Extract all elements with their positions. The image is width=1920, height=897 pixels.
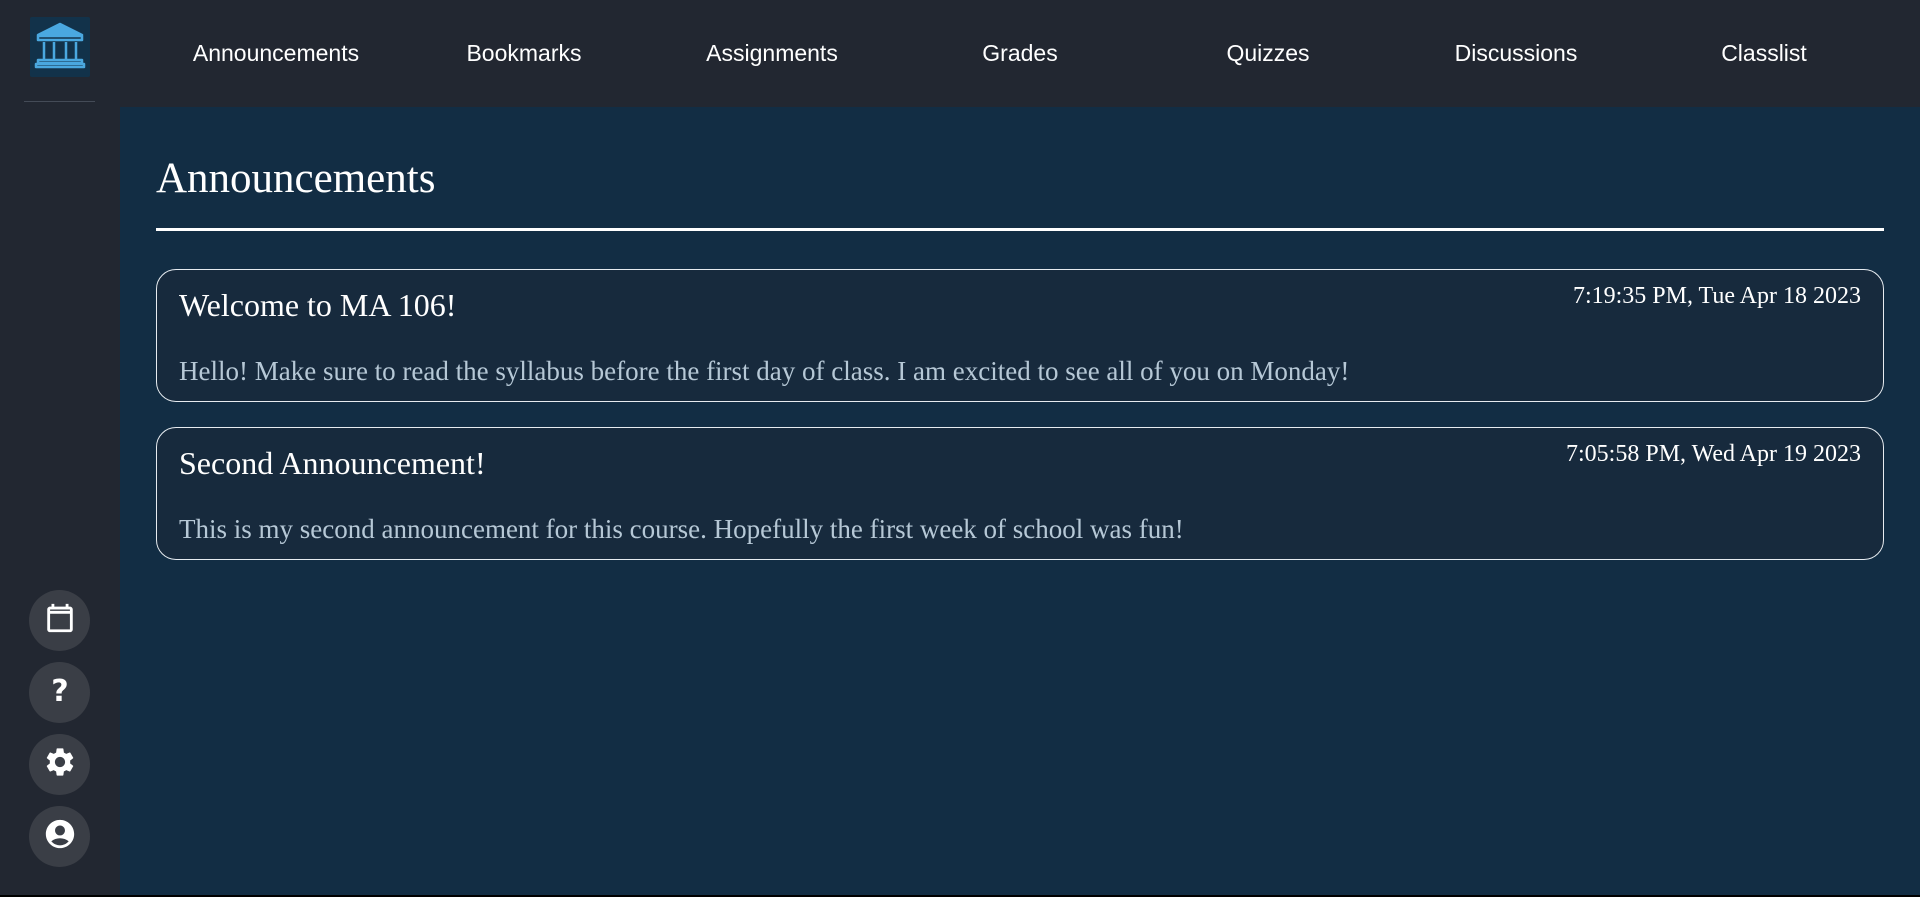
help-button[interactable]: ?: [29, 662, 90, 723]
university-building-icon: [34, 21, 86, 74]
nav-grades[interactable]: Grades: [896, 0, 1144, 107]
svg-text:?: ?: [51, 674, 68, 707]
announcement-timestamp: 7:19:35 PM, Tue Apr 18 2023: [1572, 283, 1861, 309]
sidebar-divider: [24, 101, 95, 102]
settings-button[interactable]: [29, 734, 90, 795]
announcement-title: Welcome to MA 106!: [179, 287, 457, 323]
nav-discussions[interactable]: Discussions: [1392, 0, 1640, 107]
nav-quizzes[interactable]: Quizzes: [1144, 0, 1392, 107]
announcement-title: Second Announcement!: [179, 445, 486, 481]
title-divider: [156, 228, 1884, 231]
account-icon: [43, 817, 77, 856]
announcement-body: Hello! Make sure to read the syllabus be…: [179, 356, 1350, 386]
top-nav: Announcements Bookmarks Assignments Grad…: [120, 0, 1920, 107]
calendar-icon: [43, 601, 77, 640]
nav-assignments[interactable]: Assignments: [648, 0, 896, 107]
announcement-card: Welcome to MA 106! 7:19:35 PM, Tue Apr 1…: [156, 269, 1884, 402]
account-button[interactable]: [29, 806, 90, 867]
main-content: Announcements Welcome to MA 106! 7:19:35…: [120, 107, 1920, 895]
calendar-button[interactable]: [29, 590, 90, 651]
nav-classlist[interactable]: Classlist: [1640, 0, 1888, 107]
logo[interactable]: [30, 17, 90, 77]
nav-bookmarks[interactable]: Bookmarks: [400, 0, 648, 107]
help-icon: ?: [45, 673, 75, 712]
announcement-timestamp: 7:05:58 PM, Wed Apr 19 2023: [1566, 441, 1861, 467]
announcement-body: This is my second announcement for this …: [179, 514, 1184, 544]
sidebar: ?: [0, 0, 120, 895]
announcement-card: Second Announcement! 7:05:58 PM, Wed Apr…: [156, 427, 1884, 560]
nav-announcements[interactable]: Announcements: [152, 0, 400, 107]
page-title: Announcements: [156, 155, 436, 202]
gear-icon: [43, 745, 77, 784]
